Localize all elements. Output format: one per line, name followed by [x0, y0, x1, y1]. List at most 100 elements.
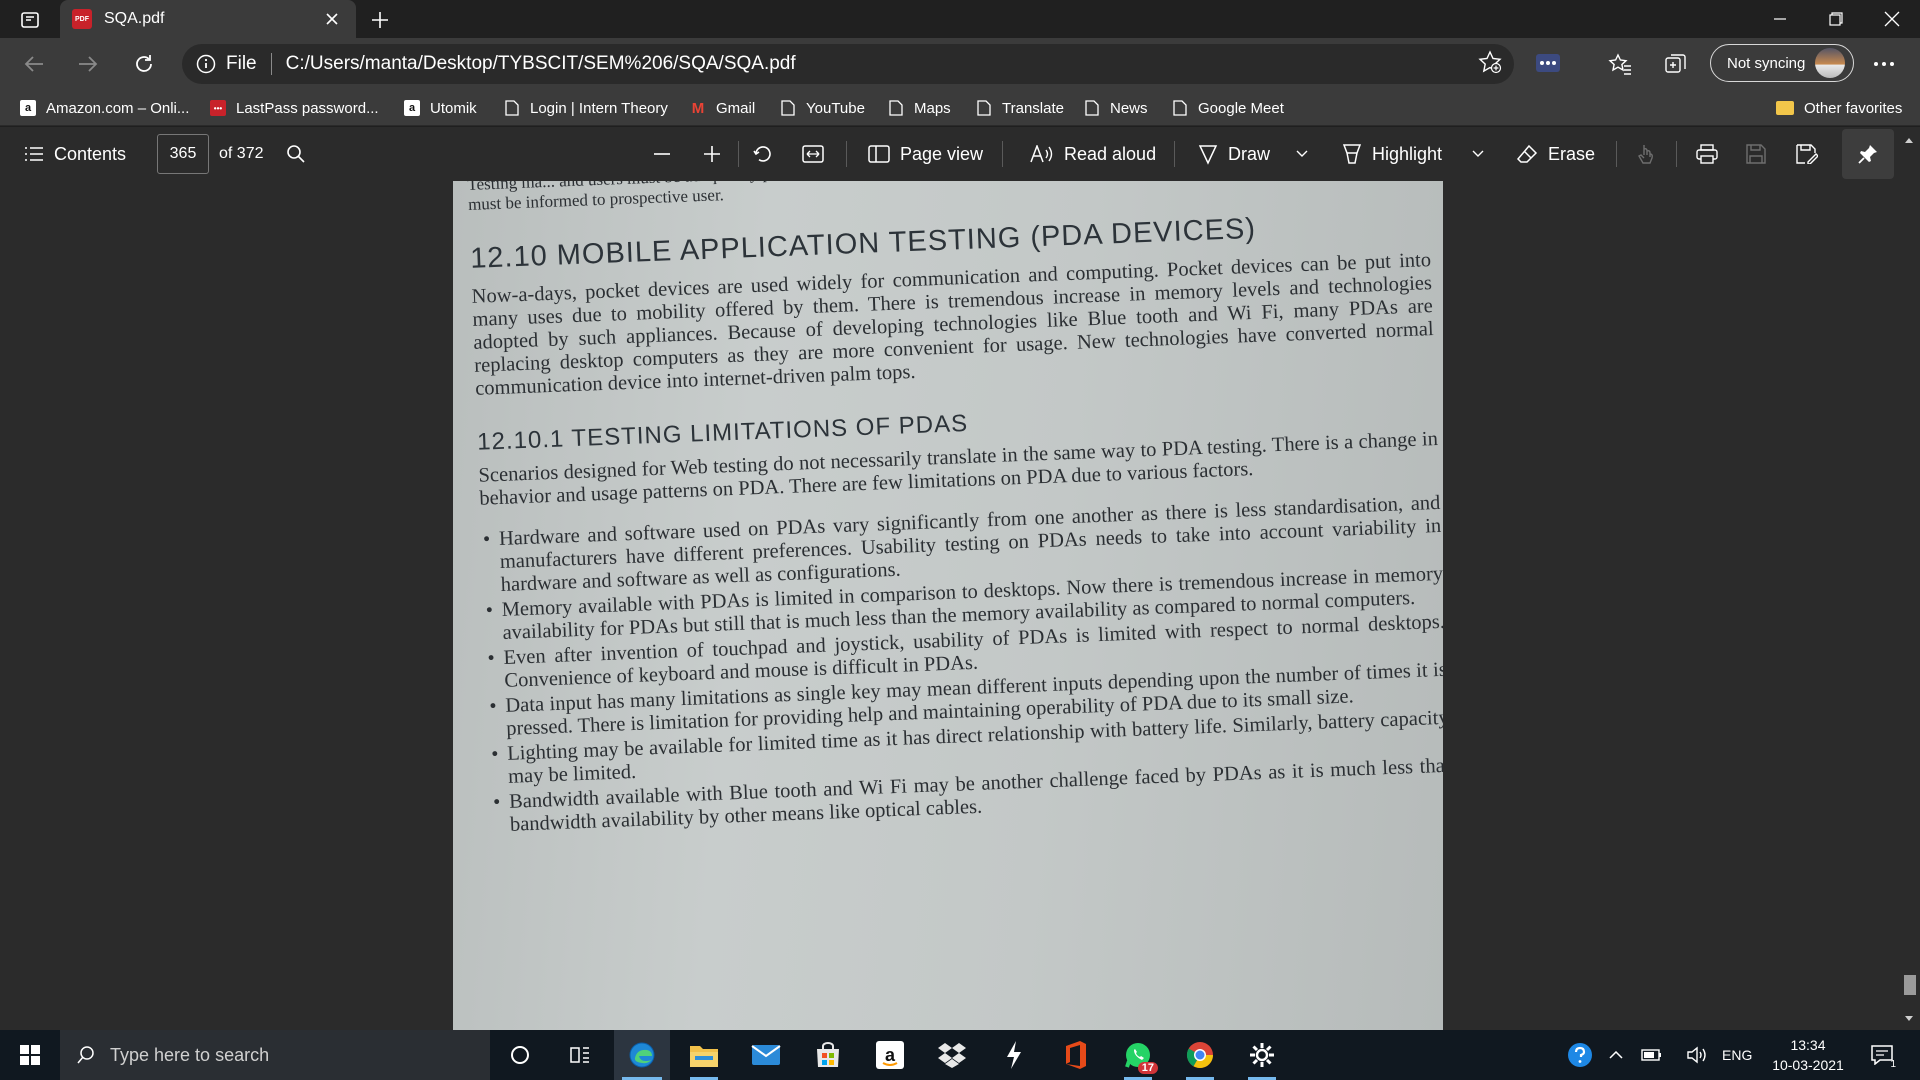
battery-icon[interactable]	[1634, 1030, 1670, 1080]
contents-button[interactable]: Contents	[24, 127, 126, 181]
settings-menu-icon[interactable]	[1866, 48, 1902, 80]
scroll-down-icon[interactable]	[1898, 1010, 1920, 1028]
notification-badge: 17	[1137, 1062, 1158, 1074]
bullet-list: Hardware and software used on PDAs vary …	[481, 492, 1443, 838]
dropbox-icon[interactable]	[924, 1030, 980, 1080]
other-favorites-label: Other favorites	[1804, 99, 1903, 117]
close-tab-icon[interactable]	[320, 7, 344, 31]
minimize-button[interactable]	[1752, 0, 1808, 38]
touch-writing-icon[interactable]	[1636, 127, 1666, 181]
zoom-in-button[interactable]	[702, 127, 732, 181]
add-favorite-icon[interactable]	[1474, 46, 1506, 78]
scroll-up-icon[interactable]	[1898, 131, 1920, 149]
avatar	[1815, 48, 1846, 78]
search-icon[interactable]	[286, 127, 316, 181]
highlight-options-chevron-down-icon[interactable]	[1472, 127, 1494, 181]
url-separator	[270, 53, 272, 75]
favorite-amazon[interactable]: a Amazon.com – Onli...	[20, 96, 189, 120]
favorites-icon[interactable]	[1602, 48, 1638, 80]
scroll-thumb[interactable]	[1904, 975, 1916, 995]
restore-button[interactable]	[1808, 0, 1864, 38]
pdf-viewer[interactable]: Testing ma... and users must be adequate…	[0, 181, 1898, 1030]
settings-gear-icon[interactable]	[1234, 1030, 1290, 1080]
save-as-icon[interactable]	[1796, 127, 1828, 181]
navigation-bar: File C:/Users/manta/Desktop/TYBSCIT/SEM%…	[0, 38, 1920, 90]
task-view-icon[interactable]	[552, 1030, 608, 1080]
lightning-app-icon[interactable]	[986, 1030, 1042, 1080]
other-favorites[interactable]: Other favorites	[1776, 96, 1902, 120]
vertical-scrollbar[interactable]	[1898, 127, 1920, 1030]
favorite-google-meet[interactable]: Google Meet	[1172, 96, 1284, 120]
favorite-utomik[interactable]: a Utomik	[404, 96, 477, 120]
folder-icon	[1776, 101, 1794, 115]
chrome-icon[interactable]	[1172, 1030, 1228, 1080]
read-aloud-icon	[1030, 145, 1053, 163]
page-icon	[1084, 100, 1100, 116]
favorite-label: News	[1110, 99, 1148, 117]
pin-toolbar-icon[interactable]	[1842, 129, 1894, 179]
system-clock[interactable]: 13:34 10-03-2021	[1760, 1035, 1856, 1075]
page-number-input[interactable]: 365	[157, 134, 209, 174]
forward-button[interactable]	[70, 48, 106, 80]
edge-app-icon[interactable]	[614, 1030, 670, 1080]
info-icon[interactable]	[196, 54, 216, 74]
page-view-button[interactable]: Page view	[868, 127, 983, 181]
taskbar-search-box[interactable]: Type here to search	[60, 1030, 490, 1080]
pdf-file-icon: PDF	[72, 9, 92, 29]
favorite-label: Gmail	[716, 99, 756, 117]
title-bar: PDF SQA.pdf	[0, 0, 1920, 38]
page-total: of 372	[219, 145, 264, 162]
erase-button[interactable]: Erase	[1516, 127, 1595, 181]
erase-label: Erase	[1548, 143, 1596, 164]
clock-date: 10-03-2021	[1772, 1057, 1844, 1073]
read-aloud-button[interactable]: Read aloud	[1030, 127, 1156, 181]
gmail-icon: M	[691, 99, 705, 117]
draw-options-chevron-down-icon[interactable]	[1296, 127, 1318, 181]
collections-icon[interactable]	[1658, 48, 1694, 80]
favorite-label: Google Meet	[1198, 99, 1284, 117]
highlight-button[interactable]: Highlight	[1342, 127, 1442, 181]
url-text[interactable]: C:/Users/manta/Desktop/TYBSCIT/SEM%206/S…	[286, 53, 796, 75]
amazon-icon: a	[404, 100, 420, 116]
page-icon	[780, 100, 796, 116]
show-hidden-icons-chevron-up-icon[interactable]	[1598, 1030, 1634, 1080]
fit-page-button[interactable]	[802, 127, 834, 181]
close-window-button[interactable]	[1864, 0, 1920, 38]
extension-icon[interactable]	[1530, 48, 1566, 78]
search-icon	[77, 1046, 94, 1064]
refresh-button[interactable]	[126, 48, 162, 80]
microsoft-store-icon[interactable]	[800, 1030, 856, 1080]
back-button[interactable]	[16, 48, 52, 80]
rotate-button[interactable]	[752, 127, 784, 181]
favorite-news[interactable]: News	[1084, 96, 1148, 120]
address-bar[interactable]: File C:/Users/manta/Desktop/TYBSCIT/SEM%…	[182, 44, 1514, 84]
input-language[interactable]: ENG	[1722, 1030, 1752, 1080]
whatsapp-icon[interactable]: 17	[1110, 1030, 1166, 1080]
volume-icon[interactable]	[1678, 1030, 1718, 1080]
page-view-label: Page view	[900, 143, 984, 164]
save-icon[interactable]	[1746, 127, 1776, 181]
tab-sqa-pdf[interactable]: PDF SQA.pdf	[60, 0, 356, 38]
favorite-youtube[interactable]: YouTube	[780, 96, 865, 120]
favorite-maps[interactable]: Maps	[888, 96, 951, 120]
new-tab-button[interactable]	[366, 6, 394, 34]
favorite-intern-theory[interactable]: Login | Intern Theory	[504, 96, 668, 120]
mail-app-icon[interactable]	[738, 1030, 794, 1080]
windows-start-icon[interactable]	[0, 1030, 60, 1080]
zoom-out-button[interactable]	[652, 127, 682, 181]
favorite-label: Utomik	[430, 99, 477, 117]
print-icon[interactable]	[1696, 127, 1728, 181]
office-app-icon[interactable]	[1048, 1030, 1104, 1080]
favorite-translate[interactable]: Translate	[976, 96, 1064, 120]
favorite-lastpass[interactable]: ••• LastPass password...	[210, 96, 379, 120]
file-explorer-icon[interactable]	[676, 1030, 732, 1080]
cortana-icon[interactable]	[492, 1030, 548, 1080]
favorite-gmail[interactable]: M Gmail	[690, 96, 755, 120]
profile-sync-button[interactable]: Not syncing	[1710, 44, 1854, 82]
tab-actions-menu-icon[interactable]	[14, 8, 46, 32]
action-center-icon[interactable]: 1	[1862, 1030, 1902, 1080]
amazon-app-icon[interactable]: a	[862, 1030, 918, 1080]
list-icon	[25, 147, 43, 161]
divider	[1676, 141, 1677, 167]
draw-button[interactable]: Draw	[1198, 127, 1270, 181]
